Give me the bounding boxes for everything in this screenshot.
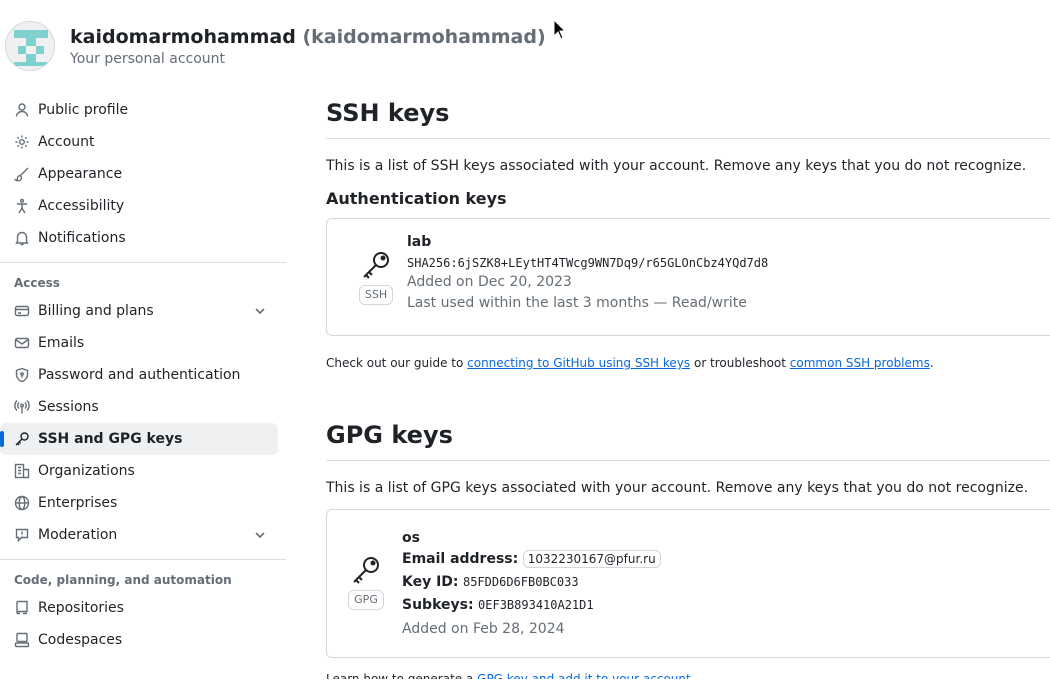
sidebar-item-label: Emails: [38, 335, 85, 351]
sidebar-item-label: Enterprises: [38, 495, 118, 511]
sidebar-item-account[interactable]: Account: [0, 126, 278, 158]
sidebar-item-label: Public profile: [38, 102, 129, 118]
sidebar-item-label: Codespaces: [38, 632, 123, 648]
gpg-key-item: GPG os Email address: 1032230167@pfur.ru…: [326, 509, 1050, 658]
report-icon: [14, 527, 30, 543]
sidebar-group-title-code: Code, planning, and automation: [14, 573, 232, 587]
gpg-key-details: os Email address: 1032230167@pfur.ru Key…: [402, 528, 1050, 640]
ssh-guide-link[interactable]: connecting to GitHub using SSH keys: [467, 356, 690, 370]
sidebar-item-billing[interactable]: Billing and plans: [0, 295, 278, 327]
sidebar-item-label: Moderation: [38, 527, 118, 543]
avatar[interactable]: [5, 21, 55, 71]
sidebar-item-organizations[interactable]: Organizations: [0, 455, 278, 487]
ssh-type-badge: SSH: [358, 285, 394, 305]
repo-icon: [14, 600, 30, 616]
person-icon: [14, 102, 30, 118]
sidebar-divider: [0, 262, 286, 263]
ssh-keys-description: This is a list of SSH keys associated wi…: [326, 158, 1027, 174]
chevron-down-icon[interactable]: [252, 303, 268, 319]
ssh-key-last-used: Last used within the last 3 months — Rea…: [407, 295, 747, 311]
ssh-help-text: Check out our guide to connecting to Git…: [326, 354, 1050, 372]
user-display-name: kaidomarmohammad: [70, 26, 296, 48]
paintbrush-icon: [14, 166, 30, 182]
gpg-help-prefix: Learn how to generate a: [326, 672, 478, 686]
sidebar-item-label: Account: [38, 134, 95, 150]
globe-icon: [14, 495, 30, 511]
ssh-keys-heading: SSH keys: [326, 94, 1050, 139]
gpg-keys-heading: GPG keys: [326, 416, 1050, 461]
gpg-help-text: Learn how to generate a GPG key and add …: [326, 670, 691, 686]
ssh-help-middle: or troubleshoot: [690, 356, 790, 370]
ssh-key-fingerprint: SHA256:6jSZK8+LEytHT4TWcg9WN7Dq9/r65GLOn…: [407, 256, 769, 270]
mail-icon: [14, 335, 30, 351]
sidebar-item-label: Sessions: [38, 399, 99, 415]
key-icon: [363, 252, 389, 279]
account-header: kaidomarmohammad (kaidomarmohammad) Your…: [5, 20, 546, 72]
gpg-email-badge: 1032230167@pfur.ru: [522, 550, 661, 568]
codespaces-icon: [14, 632, 30, 648]
gpg-email-label: Email address:: [402, 551, 519, 567]
sidebar-item-appearance[interactable]: Appearance: [0, 158, 278, 190]
settings-sidebar: Public profile Account Appearance Access…: [0, 94, 286, 656]
sidebar-item-label: Accessibility: [38, 198, 125, 214]
gpg-key-title: os: [402, 530, 420, 546]
gpg-subkeys-value: 0EF3B893410A21D1: [478, 598, 594, 612]
gpg-guide-link[interactable]: GPG key and add it to your account: [477, 672, 691, 679]
sidebar-item-label: Appearance: [38, 166, 123, 182]
sidebar-item-repositories[interactable]: Repositories: [0, 592, 278, 624]
gpg-key-added-date: Added on Feb 28, 2024: [402, 621, 565, 637]
sidebar-item-sessions[interactable]: Sessions: [0, 391, 278, 423]
sidebar-item-label: Repositories: [38, 600, 124, 616]
sidebar-item-enterprises[interactable]: Enterprises: [0, 487, 278, 519]
accessibility-icon: [14, 198, 30, 214]
sidebar-item-public-profile[interactable]: Public profile: [0, 94, 278, 126]
shield-lock-icon: [14, 367, 30, 383]
gpg-keyid-value: 85FDD6D6FB0BC033: [462, 575, 579, 589]
ssh-key-item: SSH lab SHA256:6jSZK8+LEytHT4TWcg9WN7Dq9…: [326, 218, 1050, 336]
gpg-email-row: Email address: 1032230167@pfur.ru: [402, 548, 1050, 571]
gpg-keys-description: This is a list of GPG keys associated wi…: [326, 480, 1029, 496]
sidebar-item-emails[interactable]: Emails: [0, 327, 278, 359]
gpg-subkeys-row: Subkeys: 0EF3B893410A21D1: [402, 594, 1050, 617]
user-name[interactable]: kaidomarmohammad (kaidomarmohammad): [70, 24, 546, 50]
ssh-help-suffix: .: [929, 356, 934, 370]
sidebar-divider: [0, 559, 286, 560]
broadcast-icon: [14, 399, 30, 415]
account-subtitle: Your personal account: [70, 51, 226, 67]
sidebar-item-label: Notifications: [38, 230, 126, 246]
gpg-type-badge: GPG: [348, 590, 384, 610]
authentication-keys-heading: Authentication keys: [326, 189, 507, 208]
ssh-troubleshoot-link[interactable]: common SSH problems: [790, 356, 930, 370]
mouse-cursor-icon: [553, 19, 567, 40]
ssh-key-details: lab SHA256:6jSZK8+LEytHT4TWcg9WN7Dq9/r65…: [407, 232, 1050, 314]
sidebar-item-label: Organizations: [38, 463, 135, 479]
sidebar-item-password-auth[interactable]: Password and authentication: [0, 359, 278, 391]
chevron-down-icon[interactable]: [252, 527, 268, 543]
sidebar-item-label: Billing and plans: [38, 303, 154, 319]
ssh-key-added-date: Added on Dec 20, 2023: [407, 274, 572, 290]
credit-card-icon: [14, 303, 30, 319]
gpg-keyid-label: Key ID:: [402, 574, 459, 590]
sidebar-item-codespaces[interactable]: Codespaces: [0, 624, 278, 656]
gpg-subkeys-label: Subkeys:: [402, 597, 474, 613]
ssh-help-prefix: Check out our guide to: [326, 356, 468, 370]
main-content: SSH keys This is a list of SSH keys asso…: [326, 94, 1050, 679]
key-icon: [353, 557, 379, 584]
sidebar-item-notifications[interactable]: Notifications: [0, 222, 278, 254]
sidebar-group-title-access: Access: [14, 276, 60, 290]
gear-icon: [14, 134, 30, 150]
gpg-keyid-row: Key ID: 85FDD6D6FB0BC033: [402, 571, 1050, 594]
ssh-key-title: lab: [407, 234, 432, 250]
organization-icon: [14, 463, 30, 479]
bell-icon: [14, 230, 30, 246]
key-icon: [14, 431, 30, 447]
sidebar-item-ssh-gpg-keys[interactable]: SSH and GPG keys: [0, 423, 278, 455]
sidebar-item-accessibility[interactable]: Accessibility: [0, 190, 278, 222]
user-login: (kaidomarmohammad): [302, 26, 546, 48]
sidebar-item-label: Password and authentication: [38, 367, 241, 383]
sidebar-item-label: SSH and GPG keys: [38, 431, 183, 447]
sidebar-item-moderation[interactable]: Moderation: [0, 519, 278, 551]
